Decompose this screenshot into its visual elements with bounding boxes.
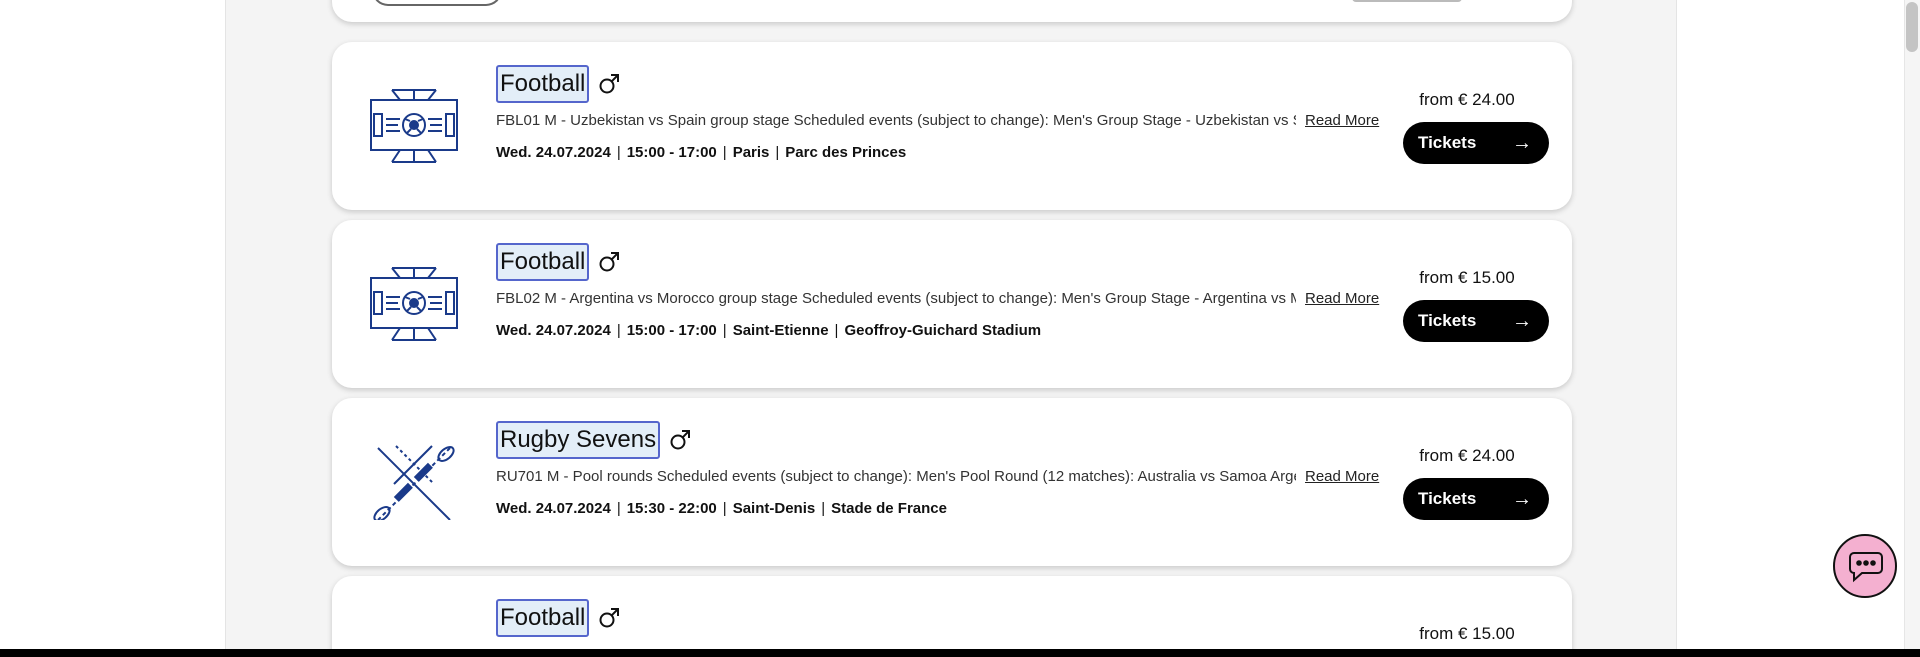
tickets-button[interactable]: Tickets → — [1403, 478, 1549, 520]
tickets-button-label: Tickets — [1418, 133, 1477, 152]
meta-separator: | — [775, 144, 780, 161]
meta-separator: | — [616, 144, 621, 161]
event-price: from € 15.00 — [1419, 624, 1515, 643]
event-description: FBL02 M - Argentina vs Morocco group sta… — [496, 290, 1296, 307]
event-title-row: Football — [496, 243, 620, 281]
tickets-button[interactable]: Tickets → — [1403, 122, 1549, 164]
partial-tickets-button[interactable] — [1352, 0, 1462, 2]
chat-bubble-icon — [1849, 552, 1883, 583]
event-venue: Geoffroy-Guichard Stadium — [844, 322, 1042, 339]
event-meta: Wed. 24.07.2024 | 15:00 - 17:00 | Saint-Etie… — [496, 322, 1041, 339]
scrollbar-thumb[interactable] — [1906, 2, 1918, 52]
event-city: Paris — [732, 144, 770, 161]
football-pitch-icon — [370, 89, 458, 163]
tickets-button-label: Tickets — [1418, 311, 1477, 330]
meta-separator: | — [722, 322, 727, 339]
read-more-link[interactable]: Read More — [1305, 112, 1379, 129]
scrollbar-track[interactable] — [1904, 0, 1920, 657]
meta-separator: | — [616, 322, 621, 339]
event-title-row: Football — [496, 599, 620, 637]
event-price: from € 24.00 — [1419, 90, 1515, 109]
event-card: Rugby Sevens RU701 M - Pool rounds Sched… — [332, 398, 1572, 566]
arrow-right-icon: → — [1512, 487, 1532, 510]
page-left-gutter — [0, 0, 226, 657]
event-card: Football FBL02 M - Argentina vs Morocco … — [332, 220, 1572, 388]
event-date: Wed. 24.07.2024 — [496, 322, 611, 339]
football-pitch-icon — [370, 267, 458, 341]
meta-separator: | — [616, 500, 621, 517]
male-symbol-icon — [599, 74, 620, 94]
event-price: from € 24.00 — [1419, 446, 1515, 465]
meta-separator: | — [722, 500, 727, 517]
male-symbol-icon — [599, 252, 620, 272]
event-time: 15:00 - 17:00 — [626, 144, 717, 161]
event-sport-title[interactable]: Football — [496, 599, 590, 637]
meta-separator: | — [834, 322, 839, 339]
event-description: RU701 M - Pool rounds Scheduled events (… — [496, 468, 1296, 485]
event-card-partial-top — [332, 0, 1572, 22]
male-symbol-icon — [670, 430, 691, 450]
window-bottom-edge — [0, 649, 1920, 657]
event-title-row: Rugby Sevens — [496, 421, 691, 459]
event-description: FBL01 M - Uzbekistan vs Spain group stag… — [496, 112, 1296, 129]
event-city: Saint-Denis — [732, 500, 816, 517]
read-more-link[interactable]: Read More — [1305, 468, 1379, 485]
event-sport-title[interactable]: Rugby Sevens — [496, 421, 661, 459]
event-city: Saint-Etienne — [732, 322, 829, 339]
event-venue: Parc des Princes — [785, 144, 907, 161]
male-symbol-icon — [599, 608, 620, 628]
partial-button-outline[interactable] — [372, 0, 502, 6]
event-time: 15:00 - 17:00 — [626, 322, 717, 339]
chat-button[interactable] — [1833, 534, 1897, 598]
tickets-button-label: Tickets — [1418, 489, 1477, 508]
event-sport-title[interactable]: Football — [496, 65, 590, 103]
event-card: Football from € 15.00 — [332, 576, 1572, 657]
tickets-button[interactable]: Tickets → — [1403, 300, 1549, 342]
event-title-row: Football — [496, 65, 620, 103]
event-date: Wed. 24.07.2024 — [496, 144, 611, 161]
arrow-right-icon: → — [1512, 131, 1532, 154]
meta-separator: | — [821, 500, 826, 517]
event-price: from € 15.00 — [1419, 268, 1515, 287]
read-more-link[interactable]: Read More — [1305, 290, 1379, 307]
event-meta: Wed. 24.07.2024 | 15:00 - 17:00 | Paris | Parc… — [496, 144, 906, 161]
meta-separator: | — [722, 144, 727, 161]
event-time: 15:30 - 22:00 — [626, 500, 717, 517]
event-date: Wed. 24.07.2024 — [496, 500, 611, 517]
event-card: Football FBL01 M - Uzbekistan vs Spain g… — [332, 42, 1572, 210]
event-meta: Wed. 24.07.2024 | 15:30 - 22:00 | Saint-Deni… — [496, 500, 947, 517]
event-sport-title[interactable]: Football — [496, 243, 590, 281]
event-venue: Stade de France — [831, 500, 947, 517]
rugby-balls-icon — [373, 445, 455, 520]
arrow-right-icon: → — [1512, 309, 1532, 332]
